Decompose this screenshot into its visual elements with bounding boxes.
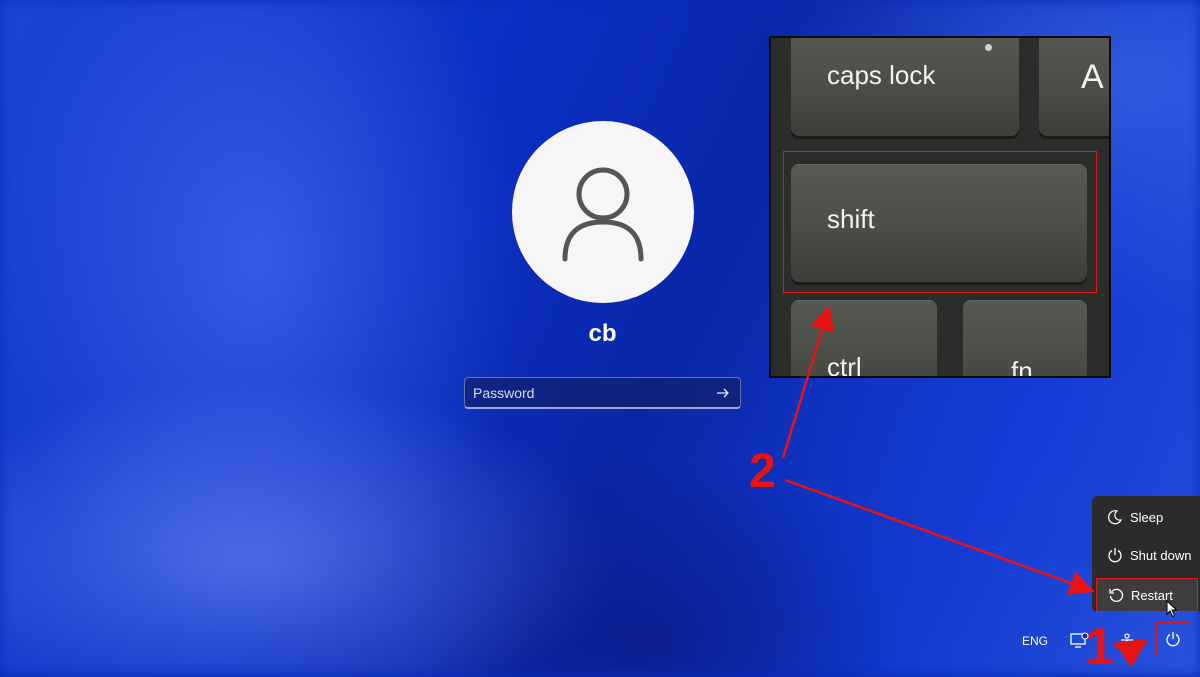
arrow-to-shift <box>781 305 835 459</box>
arrow-to-power <box>1113 638 1148 668</box>
annotation-arrows <box>781 305 1148 668</box>
step-2-label: 2 <box>749 445 776 498</box>
arrow-to-restart <box>784 478 1095 595</box>
step-1-label: 1 <box>1085 618 1114 676</box>
